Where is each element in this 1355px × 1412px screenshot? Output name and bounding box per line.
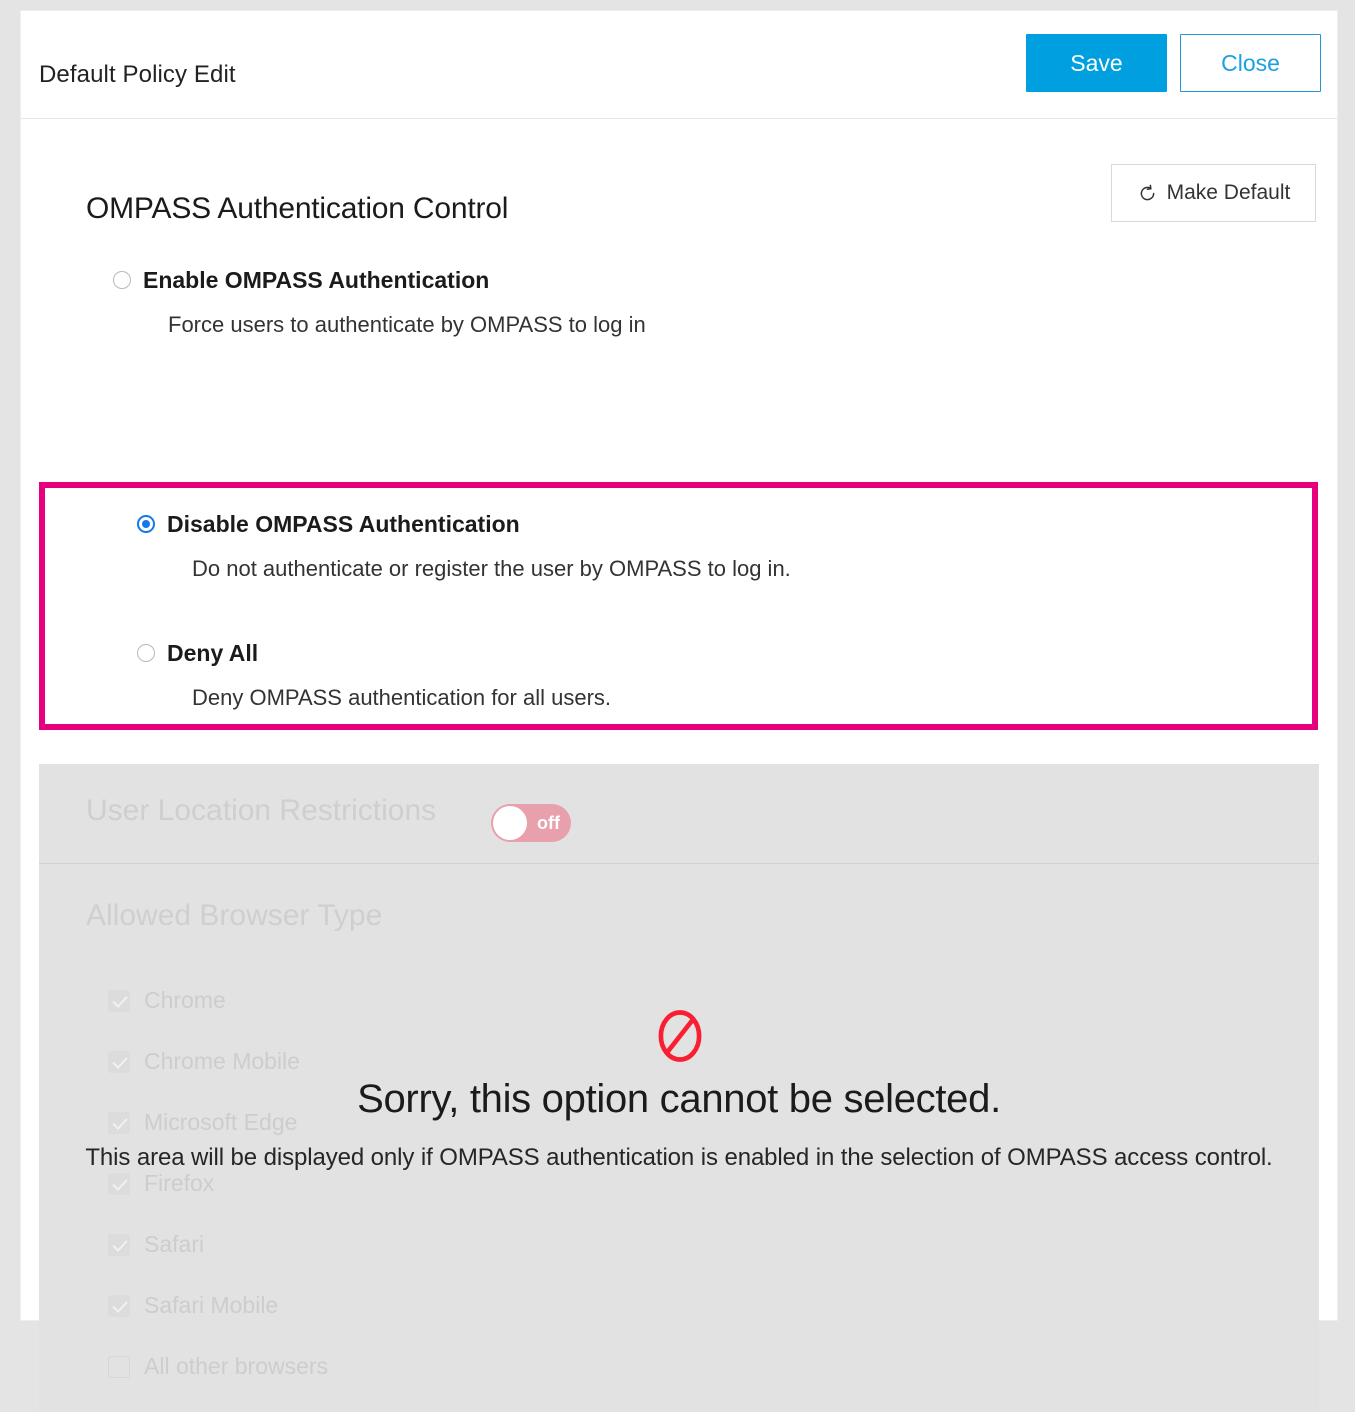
allowed-browser-type-title: Allowed Browser Type (86, 899, 383, 932)
radio-option-disable-row[interactable]: Disable OMPASS Authentication (137, 509, 791, 539)
list-item[interactable]: Firefox (108, 1153, 328, 1214)
radio-option-disable[interactable]: Disable OMPASS Authentication Do not aut… (137, 509, 791, 583)
toggle-knob-icon (493, 806, 527, 840)
checkbox-icon[interactable] (108, 989, 130, 1012)
radio-option-enable-description: Force users to authenticate by OMPASS to… (168, 312, 646, 337)
radio-deny-all-icon[interactable] (137, 644, 155, 662)
radio-option-deny-all[interactable]: Deny All Deny OMPASS authentication for … (137, 638, 611, 712)
save-button[interactable]: Save (1026, 34, 1167, 92)
user-location-restrictions-label: User Location Restrictions (86, 794, 437, 827)
list-item[interactable]: Microsoft Edge (108, 1092, 328, 1153)
header-actions: Save Close (1026, 34, 1321, 92)
list-item-label: Firefox (144, 1170, 215, 1196)
page-title: Default Policy Edit (39, 61, 236, 88)
checkbox-icon[interactable] (108, 1111, 130, 1134)
radio-option-disable-description: Do not authenticate or register the user… (192, 556, 791, 581)
section-title-ompass-auth-control: OMPASS Authentication Control (86, 192, 509, 225)
highlighted-options-group: Disable OMPASS Authentication Do not aut… (39, 482, 1318, 730)
radio-option-deny-all-row[interactable]: Deny All (137, 638, 611, 668)
checkbox-icon[interactable] (108, 1233, 130, 1256)
dialog-header: Default Policy Edit Save Close (21, 11, 1337, 119)
checkbox-icon[interactable] (108, 1172, 130, 1195)
make-default-label: Make Default (1166, 181, 1291, 204)
toggle-state-label: off (537, 812, 560, 833)
policy-edit-card: Default Policy Edit Save Close Make Defa… (20, 10, 1338, 1412)
prohibition-no-entry-icon (648, 1005, 711, 1077)
list-item-label: Safari (144, 1231, 205, 1257)
list-item-label: All other browsers (144, 1353, 329, 1379)
list-item-label: Chrome (144, 987, 226, 1013)
close-button[interactable]: Close (1180, 34, 1321, 92)
list-item-label: Chrome Mobile (144, 1048, 300, 1074)
list-item-label: Microsoft Edge (144, 1109, 298, 1135)
list-item[interactable]: Safari (108, 1214, 328, 1275)
radio-enable-icon[interactable] (113, 271, 131, 289)
radio-option-disable-label: Disable OMPASS Authentication (167, 511, 520, 537)
list-item[interactable]: All other browsers (108, 1336, 328, 1397)
checkbox-icon[interactable] (108, 1294, 130, 1317)
overlay-title: Sorry, this option cannot be selected. (357, 1076, 1001, 1121)
list-item[interactable]: Safari Mobile (108, 1275, 328, 1336)
list-item[interactable]: Chrome Mobile (108, 1031, 328, 1092)
radio-disable-icon[interactable] (137, 515, 155, 533)
radio-option-deny-all-description: Deny OMPASS authentication for all users… (192, 685, 612, 710)
radio-option-enable-label: Enable OMPASS Authentication (143, 267, 490, 293)
checkbox-icon[interactable] (108, 1355, 130, 1378)
radio-option-deny-all-label: Deny All (167, 640, 259, 666)
checkbox-icon[interactable] (108, 1050, 130, 1073)
radio-option-enable-row[interactable]: Enable OMPASS Authentication (113, 265, 646, 295)
list-item-label: Safari Mobile (144, 1292, 279, 1318)
reset-circular-arrow-icon (1137, 183, 1158, 204)
user-location-restrictions-row: User Location Restrictions off (39, 764, 1319, 864)
disabled-settings-panel: User Location Restrictions off Allowed B… (39, 764, 1319, 1412)
user-location-restrictions-toggle[interactable]: off (491, 804, 571, 842)
allowed-browser-type-list: Chrome Chrome Mobile Microsoft Edge Fire… (108, 970, 328, 1397)
list-item[interactable]: Chrome (108, 970, 328, 1031)
radio-option-enable[interactable]: Enable OMPASS Authentication Force users… (113, 265, 646, 339)
make-default-button[interactable]: Make Default (1111, 164, 1316, 222)
